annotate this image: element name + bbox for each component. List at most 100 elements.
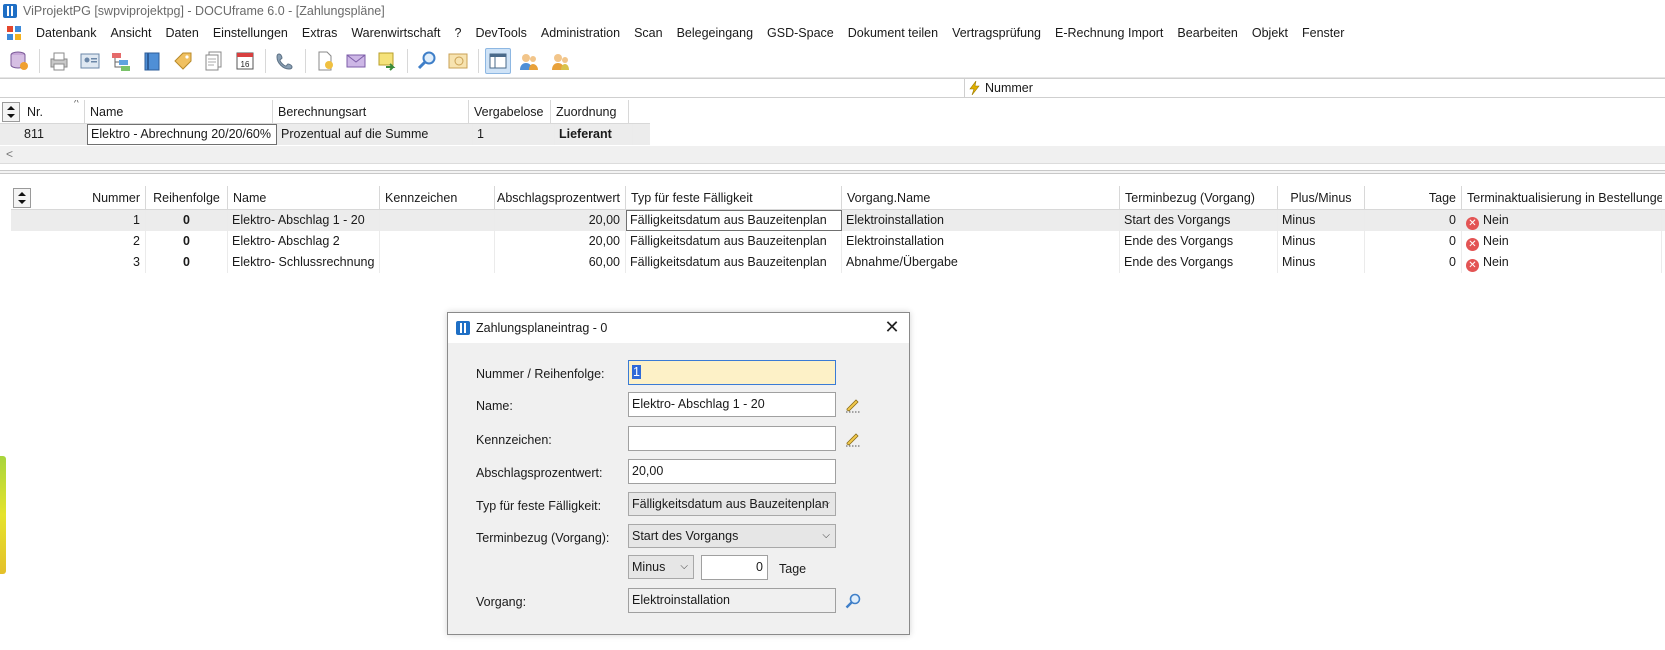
menu-gsd-space[interactable]: GSD-Space <box>760 22 841 44</box>
users-icon[interactable] <box>516 48 542 74</box>
edit-pencil-icon[interactable] <box>844 396 862 414</box>
column-header-nummer[interactable]: Nummer <box>33 186 146 210</box>
table-row[interactable]: 2 0 Elektro- Abschlag 2 20,00 Fälligkeit… <box>11 231 1665 252</box>
side-panel-handle[interactable] <box>0 456 6 574</box>
image-view-icon[interactable] <box>445 48 471 74</box>
cell-vergabelose[interactable]: 1 <box>473 124 555 145</box>
cell-terminaktualisierung[interactable]: ✕ Nein <box>1462 231 1662 252</box>
menu-scan[interactable]: Scan <box>627 22 670 44</box>
menu-warenwirtschaft[interactable]: Warenwirtschaft <box>344 22 447 44</box>
cell-vorgang-name[interactable]: Elektroinstallation <box>842 210 1120 231</box>
phone-icon[interactable] <box>272 48 298 74</box>
layout-view-icon[interactable] <box>485 47 511 74</box>
vorgang-field[interactable]: Elektroinstallation <box>628 588 836 613</box>
column-header-name[interactable]: Name <box>228 186 380 210</box>
tage-field[interactable]: 0 <box>701 555 768 580</box>
column-header-nr[interactable]: ^ Nr. <box>22 100 85 124</box>
table-row[interactable]: 811 Elektro - Abrechnung 20/20/60% Proze… <box>0 124 650 145</box>
column-header-vorgang-name[interactable]: Vorgang.Name <box>842 186 1120 210</box>
cell-name[interactable]: Elektro- Abschlag 1 - 20 <box>228 210 380 231</box>
plus-minus-select[interactable]: Minus ⌵ <box>628 555 694 579</box>
menu-help[interactable]: ? <box>447 22 468 44</box>
forward-note-icon[interactable] <box>374 48 400 74</box>
cell-typ-faelligkeit[interactable]: Fälligkeitsdatum aus Bauzeitenplan <box>626 210 842 231</box>
cell-name[interactable]: Elektro- Abschlag 2 <box>228 231 380 252</box>
cell-terminbezug[interactable]: Ende des Vorgangs <box>1120 231 1278 252</box>
contact-card-icon[interactable] <box>77 48 103 74</box>
hierarchy-icon[interactable] <box>108 48 134 74</box>
tag-icon[interactable] <box>170 48 196 74</box>
cell-vorgang-name[interactable]: Elektroinstallation <box>842 231 1120 252</box>
column-chooser-icon[interactable] <box>2 102 20 122</box>
cell-reihenfolge[interactable]: 0 <box>146 252 228 273</box>
kennzeichen-field[interactable] <box>628 426 836 451</box>
column-header-typ-faelligkeit[interactable]: Typ für feste Fälligkeit <box>626 186 842 210</box>
cell-nummer[interactable]: 2 <box>33 231 146 252</box>
edit-pencil-icon[interactable] <box>844 430 862 448</box>
menu-daten[interactable]: Daten <box>158 22 205 44</box>
typ-faelligkeit-select[interactable]: Fälligkeitsdatum aus Bauzeitenplan ⌵ <box>628 492 836 516</box>
cell-plus-minus[interactable]: Minus <box>1278 231 1365 252</box>
table-row[interactable]: 1 0 Elektro- Abschlag 1 - 20 20,00 Fälli… <box>11 210 1665 231</box>
column-chooser-icon[interactable] <box>13 188 31 208</box>
cell-name[interactable]: Elektro- Schlussrechnung <box>228 252 380 273</box>
column-header-tage[interactable]: Tage <box>1365 186 1462 210</box>
cell-name[interactable]: Elektro - Abrechnung 20/20/60% <box>87 124 277 145</box>
cell-kennzeichen[interactable] <box>380 231 495 252</box>
cell-terminbezug[interactable]: Start des Vorgangs <box>1120 210 1278 231</box>
cell-typ-faelligkeit[interactable]: Fälligkeitsdatum aus Bauzeitenplan <box>626 231 842 252</box>
column-header-reihenfolge[interactable]: Reihenfolge <box>146 186 228 210</box>
menu-extras[interactable]: Extras <box>295 22 344 44</box>
cell-tage[interactable]: 0 <box>1365 210 1462 231</box>
cell-abschlagsprozentwert[interactable]: 20,00 <box>495 231 626 252</box>
cell-zuordnung[interactable]: Lieferant <box>555 124 633 145</box>
column-header-name[interactable]: Name <box>85 100 273 124</box>
cell-reihenfolge[interactable]: 0 <box>146 231 228 252</box>
menu-bearbeiten[interactable]: Bearbeiten <box>1170 22 1244 44</box>
menu-dokument-teilen[interactable]: Dokument teilen <box>841 22 945 44</box>
cell-kennzeichen[interactable] <box>380 252 495 273</box>
cell-nr[interactable]: 811 <box>23 124 87 145</box>
new-document-icon[interactable] <box>312 48 338 74</box>
table-row[interactable]: 3 0 Elektro- Schlussrechnung 60,00 Fälli… <box>11 252 1665 273</box>
cell-plus-minus[interactable]: Minus <box>1278 210 1365 231</box>
documents-icon[interactable] <box>201 48 227 74</box>
cell-tage[interactable]: 0 <box>1365 252 1462 273</box>
menu-vertragspruefung[interactable]: Vertragsprüfung <box>945 22 1048 44</box>
panel-splitter[interactable] <box>0 170 1665 174</box>
cell-abschlagsprozentwert[interactable]: 20,00 <box>495 210 626 231</box>
cell-abschlagsprozentwert[interactable]: 60,00 <box>495 252 626 273</box>
horizontal-scrollbar[interactable]: < <box>0 146 1665 164</box>
calendar-icon[interactable]: 16 <box>232 48 258 74</box>
system-menu-icon[interactable] <box>7 26 21 40</box>
menu-objekt[interactable]: Objekt <box>1245 22 1295 44</box>
book-icon[interactable] <box>139 48 165 74</box>
search-icon[interactable] <box>844 592 862 610</box>
menu-fenster[interactable]: Fenster <box>1295 22 1351 44</box>
cell-vorgang-name[interactable]: Abnahme/Übergabe <box>842 252 1120 273</box>
cell-berechnungsart[interactable]: Prozentual auf die Summe <box>277 124 473 145</box>
scroll-left-icon[interactable]: < <box>6 147 13 161</box>
name-field[interactable]: Elektro- Abschlag 1 - 20 <box>628 392 836 417</box>
cell-typ-faelligkeit[interactable]: Fälligkeitsdatum aus Bauzeitenplan <box>626 252 842 273</box>
mail-icon[interactable] <box>343 48 369 74</box>
cell-tage[interactable]: 0 <box>1365 231 1462 252</box>
menu-datenbank[interactable]: Datenbank <box>29 22 103 44</box>
menu-e-rechnung-import[interactable]: E-Rechnung Import <box>1048 22 1170 44</box>
menu-administration[interactable]: Administration <box>534 22 627 44</box>
column-header-terminaktualisierung[interactable]: Terminaktualisierung in Bestellungen <box>1462 186 1662 210</box>
column-header-abschlagsprozentwert[interactable]: Abschlagsprozentwert <box>495 186 626 210</box>
menu-belegeingang[interactable]: Belegeingang <box>670 22 760 44</box>
abschlagsprozentwert-field[interactable]: 20,00 <box>628 459 836 484</box>
close-icon[interactable]: ✕ <box>883 318 901 336</box>
terminbezug-select[interactable]: Start des Vorgangs ⌵ <box>628 524 836 548</box>
cell-reihenfolge[interactable]: 0 <box>146 210 228 231</box>
filter-field[interactable]: Nummer <box>964 79 1665 97</box>
menu-ansicht[interactable]: Ansicht <box>103 22 158 44</box>
cell-kennzeichen[interactable] <box>380 210 495 231</box>
user-group-icon[interactable] <box>547 48 573 74</box>
column-header-berechnungsart[interactable]: Berechnungsart <box>273 100 469 124</box>
column-header-zuordnung[interactable]: Zuordnung <box>551 100 629 124</box>
column-header-vergabelose[interactable]: Vergabelose <box>469 100 551 124</box>
database-icon[interactable] <box>6 48 32 74</box>
